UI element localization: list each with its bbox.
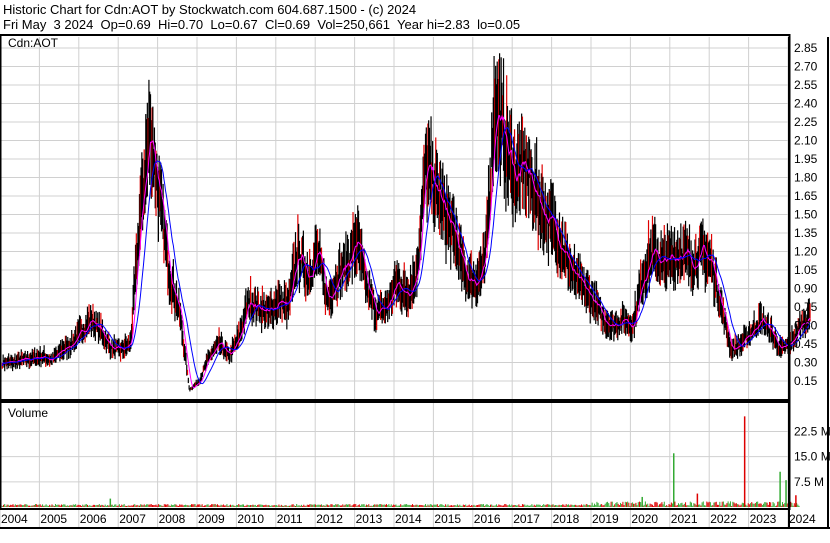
year-label: 2005: [40, 512, 67, 526]
price-tick-label: 2.10: [794, 134, 818, 148]
year-label: 2013: [356, 512, 383, 526]
volume-tick-label: 22.5 M: [794, 424, 830, 438]
year-label: 2019: [592, 512, 619, 526]
price-tick-label: 0.45: [794, 337, 818, 351]
price-tick-label: 1.05: [794, 263, 818, 277]
volume-panel-frame: [0, 401, 791, 510]
volume-tick-label: 7.5 M: [794, 475, 824, 489]
year-label: 2015: [434, 512, 461, 526]
chart-canvas: 0.15 0.30 0.45 0.60 0.75 0.90 1.05 1.20 1.35 1.50…: [0, 34, 830, 529]
year-label: 2012: [316, 512, 343, 526]
volume-tick-label: 15.0 M: [794, 450, 830, 464]
price-tick-label: 2.85: [794, 41, 818, 55]
year-label: 2024: [789, 512, 816, 526]
price-tick-label: 2.25: [794, 115, 818, 129]
price-tick-label: 1.35: [794, 226, 818, 240]
price-tick-label: 0.15: [794, 374, 818, 388]
price-tick-label: 1.80: [794, 171, 818, 185]
year-label: 2006: [80, 512, 107, 526]
price-tick-label: 1.95: [794, 152, 818, 166]
year-label: 2010: [237, 512, 264, 526]
year-label: 2011: [277, 512, 303, 526]
price-tick-label: 0.90: [794, 282, 818, 296]
year-label: 2020: [631, 512, 658, 526]
year-label: 2017: [513, 512, 540, 526]
price-tick-label: 1.20: [794, 245, 818, 259]
year-label: 2021: [671, 512, 698, 526]
price-tick-label: 2.40: [794, 97, 818, 111]
year-label: 2022: [710, 512, 737, 526]
price-tick-label: 0.75: [794, 300, 818, 314]
volume-bars: [0, 416, 800, 507]
price-tick-label: 1.65: [794, 189, 818, 203]
volume-label: Volume: [8, 406, 48, 420]
price-tick-label: 2.55: [794, 78, 818, 92]
year-label: 2004: [1, 512, 28, 526]
year-label: 2009: [198, 512, 225, 526]
year-label: 2008: [159, 512, 186, 526]
price-tick-label: 0.30: [794, 356, 818, 370]
year-label: 2007: [119, 512, 146, 526]
symbol-label: Cdn:AOT: [8, 36, 59, 50]
stock-chart: Historic Chart for Cdn:AOT by Stockwatch…: [0, 0, 830, 543]
year-label: 2014: [395, 512, 422, 526]
price-tick-label: 0.60: [794, 319, 818, 333]
year-label: 2016: [474, 512, 501, 526]
price-tick-label: 2.70: [794, 60, 818, 74]
year-label: 2018: [553, 512, 580, 526]
price-tick-label: 1.50: [794, 208, 818, 222]
year-label: 2023: [750, 512, 777, 526]
